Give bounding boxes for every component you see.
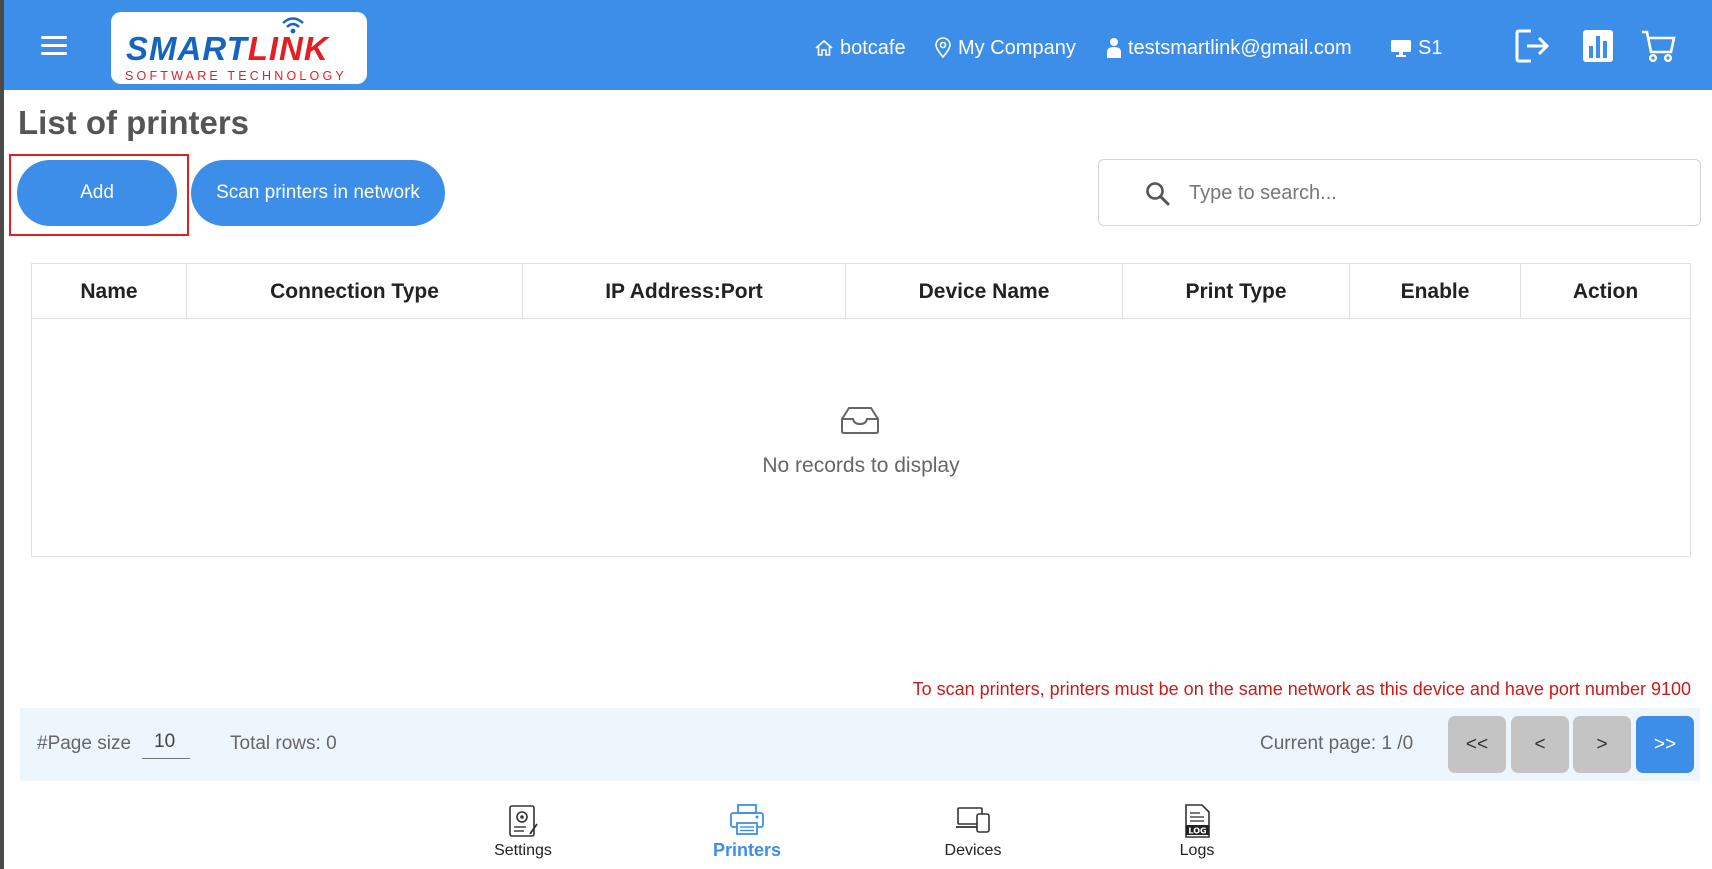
top-bar: SMARTLINK SOFTWARE TECHNOLOGY botcafe My…	[4, 0, 1712, 90]
svg-text:LOG: LOG	[1188, 827, 1206, 836]
wifi-icon	[282, 17, 304, 34]
table-header: Name Connection Type IP Address:Port Dev…	[32, 264, 1690, 319]
search-input[interactable]	[1189, 172, 1679, 214]
logo-wordmark: SMARTLINK	[126, 30, 329, 67]
scan-printers-button[interactable]: Scan printers in network	[191, 160, 445, 226]
logo-tagline: SOFTWARE TECHNOLOGY	[125, 69, 347, 83]
page-size-label: #Page size	[37, 733, 132, 754]
smartlink-logo: SMARTLINK SOFTWARE TECHNOLOGY	[111, 12, 367, 84]
search-box	[1098, 159, 1701, 226]
nav-label-settings: Settings	[494, 842, 552, 859]
column-header-ip-address-port[interactable]: IP Address:Port	[523, 264, 846, 319]
nav-item-logs[interactable]: LOG Logs	[1137, 800, 1257, 866]
bar-chart-icon[interactable]	[1582, 28, 1614, 64]
pagination-bar: #Page size Total rows: 0 Current page: 1…	[20, 708, 1700, 781]
monitor-icon	[1391, 40, 1411, 57]
search-icon	[1146, 182, 1170, 206]
menu-icon[interactable]	[41, 36, 67, 58]
add-button[interactable]: Add	[17, 160, 177, 226]
page-size-input[interactable]	[142, 725, 190, 759]
cart-icon[interactable]	[1640, 28, 1676, 64]
column-header-device-name[interactable]: Device Name	[846, 264, 1123, 319]
first-page-button[interactable]: <<	[1448, 716, 1506, 773]
store-name: botcafe	[840, 36, 906, 59]
station-info: S1	[1390, 34, 1442, 62]
company-name: My Company	[958, 36, 1076, 59]
user-icon	[1107, 38, 1121, 58]
app-window: SMARTLINK SOFTWARE TECHNOLOGY botcafe My…	[0, 0, 1712, 869]
column-header-action[interactable]: Action	[1521, 264, 1690, 319]
user-info: testsmartlink@gmail.com	[1106, 34, 1352, 62]
empty-message: No records to display	[762, 454, 960, 477]
nav-item-printers[interactable]: Printers	[687, 800, 807, 866]
nav-label-printers: Printers	[712, 840, 782, 860]
log-file-icon: LOG	[1185, 804, 1210, 838]
location-pin-icon	[935, 37, 951, 59]
nav-item-settings[interactable]: Settings	[463, 800, 583, 866]
column-header-print-type[interactable]: Print Type	[1123, 264, 1350, 319]
settings-icon	[509, 805, 538, 837]
total-rows: Total rows: 0	[230, 733, 337, 754]
last-page-button[interactable]: >>	[1636, 716, 1694, 773]
store-info: botcafe	[814, 34, 906, 62]
prev-page-button[interactable]: <	[1511, 716, 1569, 773]
printers-table: Name Connection Type IP Address:Port Dev…	[31, 263, 1691, 557]
column-header-enable[interactable]: Enable	[1350, 264, 1521, 319]
company-info: My Company	[934, 34, 1076, 62]
printer-icon	[730, 804, 764, 835]
nav-label-logs: Logs	[1179, 842, 1215, 859]
next-page-button[interactable]: >	[1573, 716, 1631, 773]
devices-icon	[956, 807, 990, 833]
inbox-icon	[841, 407, 879, 434]
station-name: S1	[1418, 36, 1443, 59]
column-header-connection-type[interactable]: Connection Type	[187, 264, 523, 319]
home-icon	[815, 39, 833, 56]
nav-item-devices[interactable]: Devices	[913, 800, 1033, 866]
scan-note: To scan printers, printers must be on th…	[912, 679, 1691, 699]
logout-icon[interactable]	[1514, 28, 1552, 64]
column-header-name[interactable]: Name	[32, 264, 187, 319]
current-page: Current page: 1 /0	[1260, 733, 1414, 754]
nav-label-devices: Devices	[944, 842, 1002, 859]
page-title: List of printers	[18, 104, 250, 141]
user-email: testsmartlink@gmail.com	[1128, 36, 1352, 59]
